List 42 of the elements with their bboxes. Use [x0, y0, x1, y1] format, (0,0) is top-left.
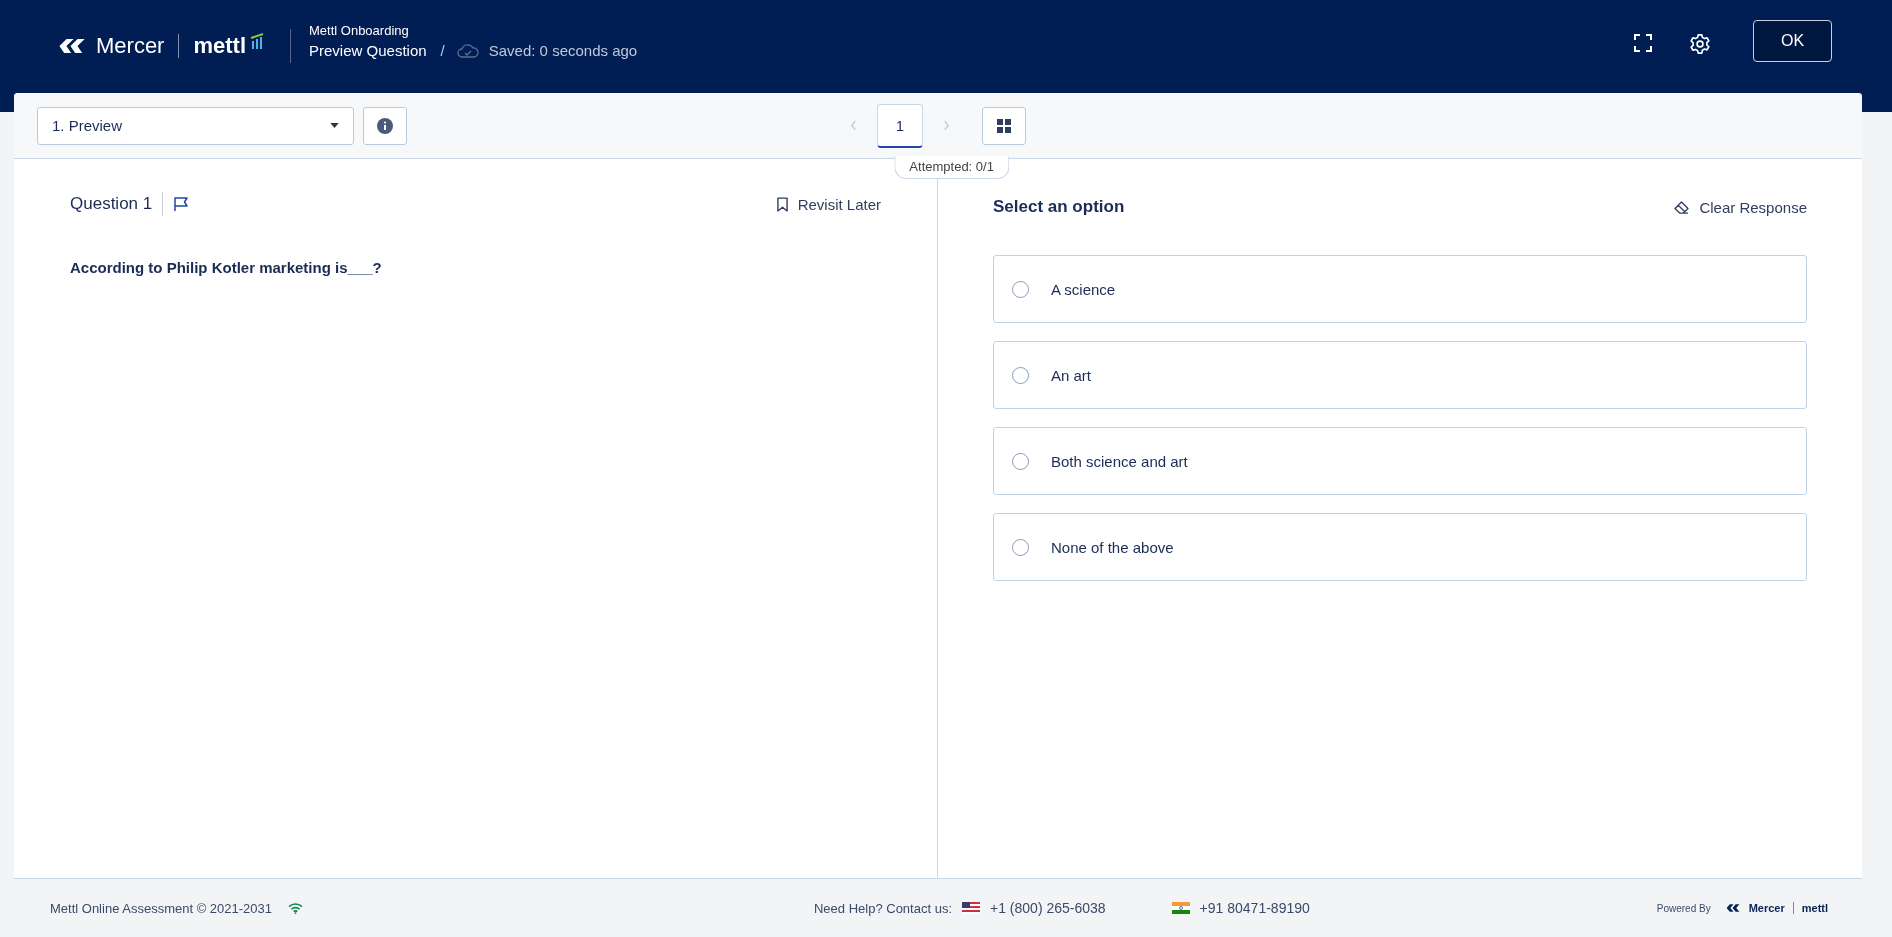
mercer-logo-icon: [1724, 903, 1741, 913]
info-button[interactable]: [363, 106, 407, 145]
page-title: Preview Question: [309, 42, 427, 59]
settings-icon[interactable]: [1689, 33, 1711, 55]
clear-response-button[interactable]: Clear Response: [1674, 198, 1807, 216]
wifi-icon: [288, 902, 304, 914]
answer-option[interactable]: An art: [993, 341, 1807, 409]
powered-by-text: Powered By: [1656, 902, 1711, 914]
options-heading: Select an option: [993, 197, 1125, 217]
grid-icon: [997, 118, 1011, 133]
flag-icon[interactable]: [173, 196, 190, 212]
help-text: Need Help? Contact us:: [814, 900, 952, 916]
ok-button[interactable]: OK: [1753, 20, 1832, 62]
phone-number: +1 (800) 265-6038: [990, 900, 1106, 916]
answer-option[interactable]: Both science and art: [993, 427, 1807, 495]
product-name: mettl: [193, 33, 246, 59]
us-flag-icon: [962, 902, 980, 914]
save-status: Saved: 0 seconds ago: [488, 42, 638, 59]
phone-number: +91 80471-89190: [1199, 900, 1310, 916]
revisit-later-button[interactable]: Revisit Later: [776, 195, 881, 213]
test-name: Mettl Onboarding: [309, 23, 410, 38]
grid-view-button[interactable]: [982, 106, 1026, 145]
product-name: mettl: [1801, 902, 1828, 914]
answer-option[interactable]: A science: [993, 255, 1807, 323]
question-number: Question 1: [70, 194, 153, 214]
caret-icon: [330, 123, 339, 128]
breadcrumb-separator: /: [440, 42, 445, 59]
eraser-icon: [1674, 200, 1690, 214]
india-flag-icon: [1171, 902, 1190, 914]
answer-option[interactable]: None of the above: [993, 513, 1807, 581]
page-number-button[interactable]: 1: [877, 103, 923, 148]
attempted-count: Attempted: 0/1: [894, 155, 1009, 179]
bookmark-icon: [776, 196, 788, 212]
info-icon: [377, 117, 393, 134]
section-dropdown[interactable]: 1. Preview: [37, 106, 354, 145]
fullscreen-icon[interactable]: [1633, 33, 1653, 53]
bar-chart-icon: [250, 33, 264, 49]
brand-name: Mercer: [96, 33, 165, 59]
copyright-text: Mettl Online Assessment © 2021-2031: [50, 900, 273, 916]
question-text: According to Philip Kotler marketing is___?: [70, 259, 383, 276]
cloud-check-icon: [456, 43, 479, 58]
brand-name: Mercer: [1748, 902, 1785, 914]
